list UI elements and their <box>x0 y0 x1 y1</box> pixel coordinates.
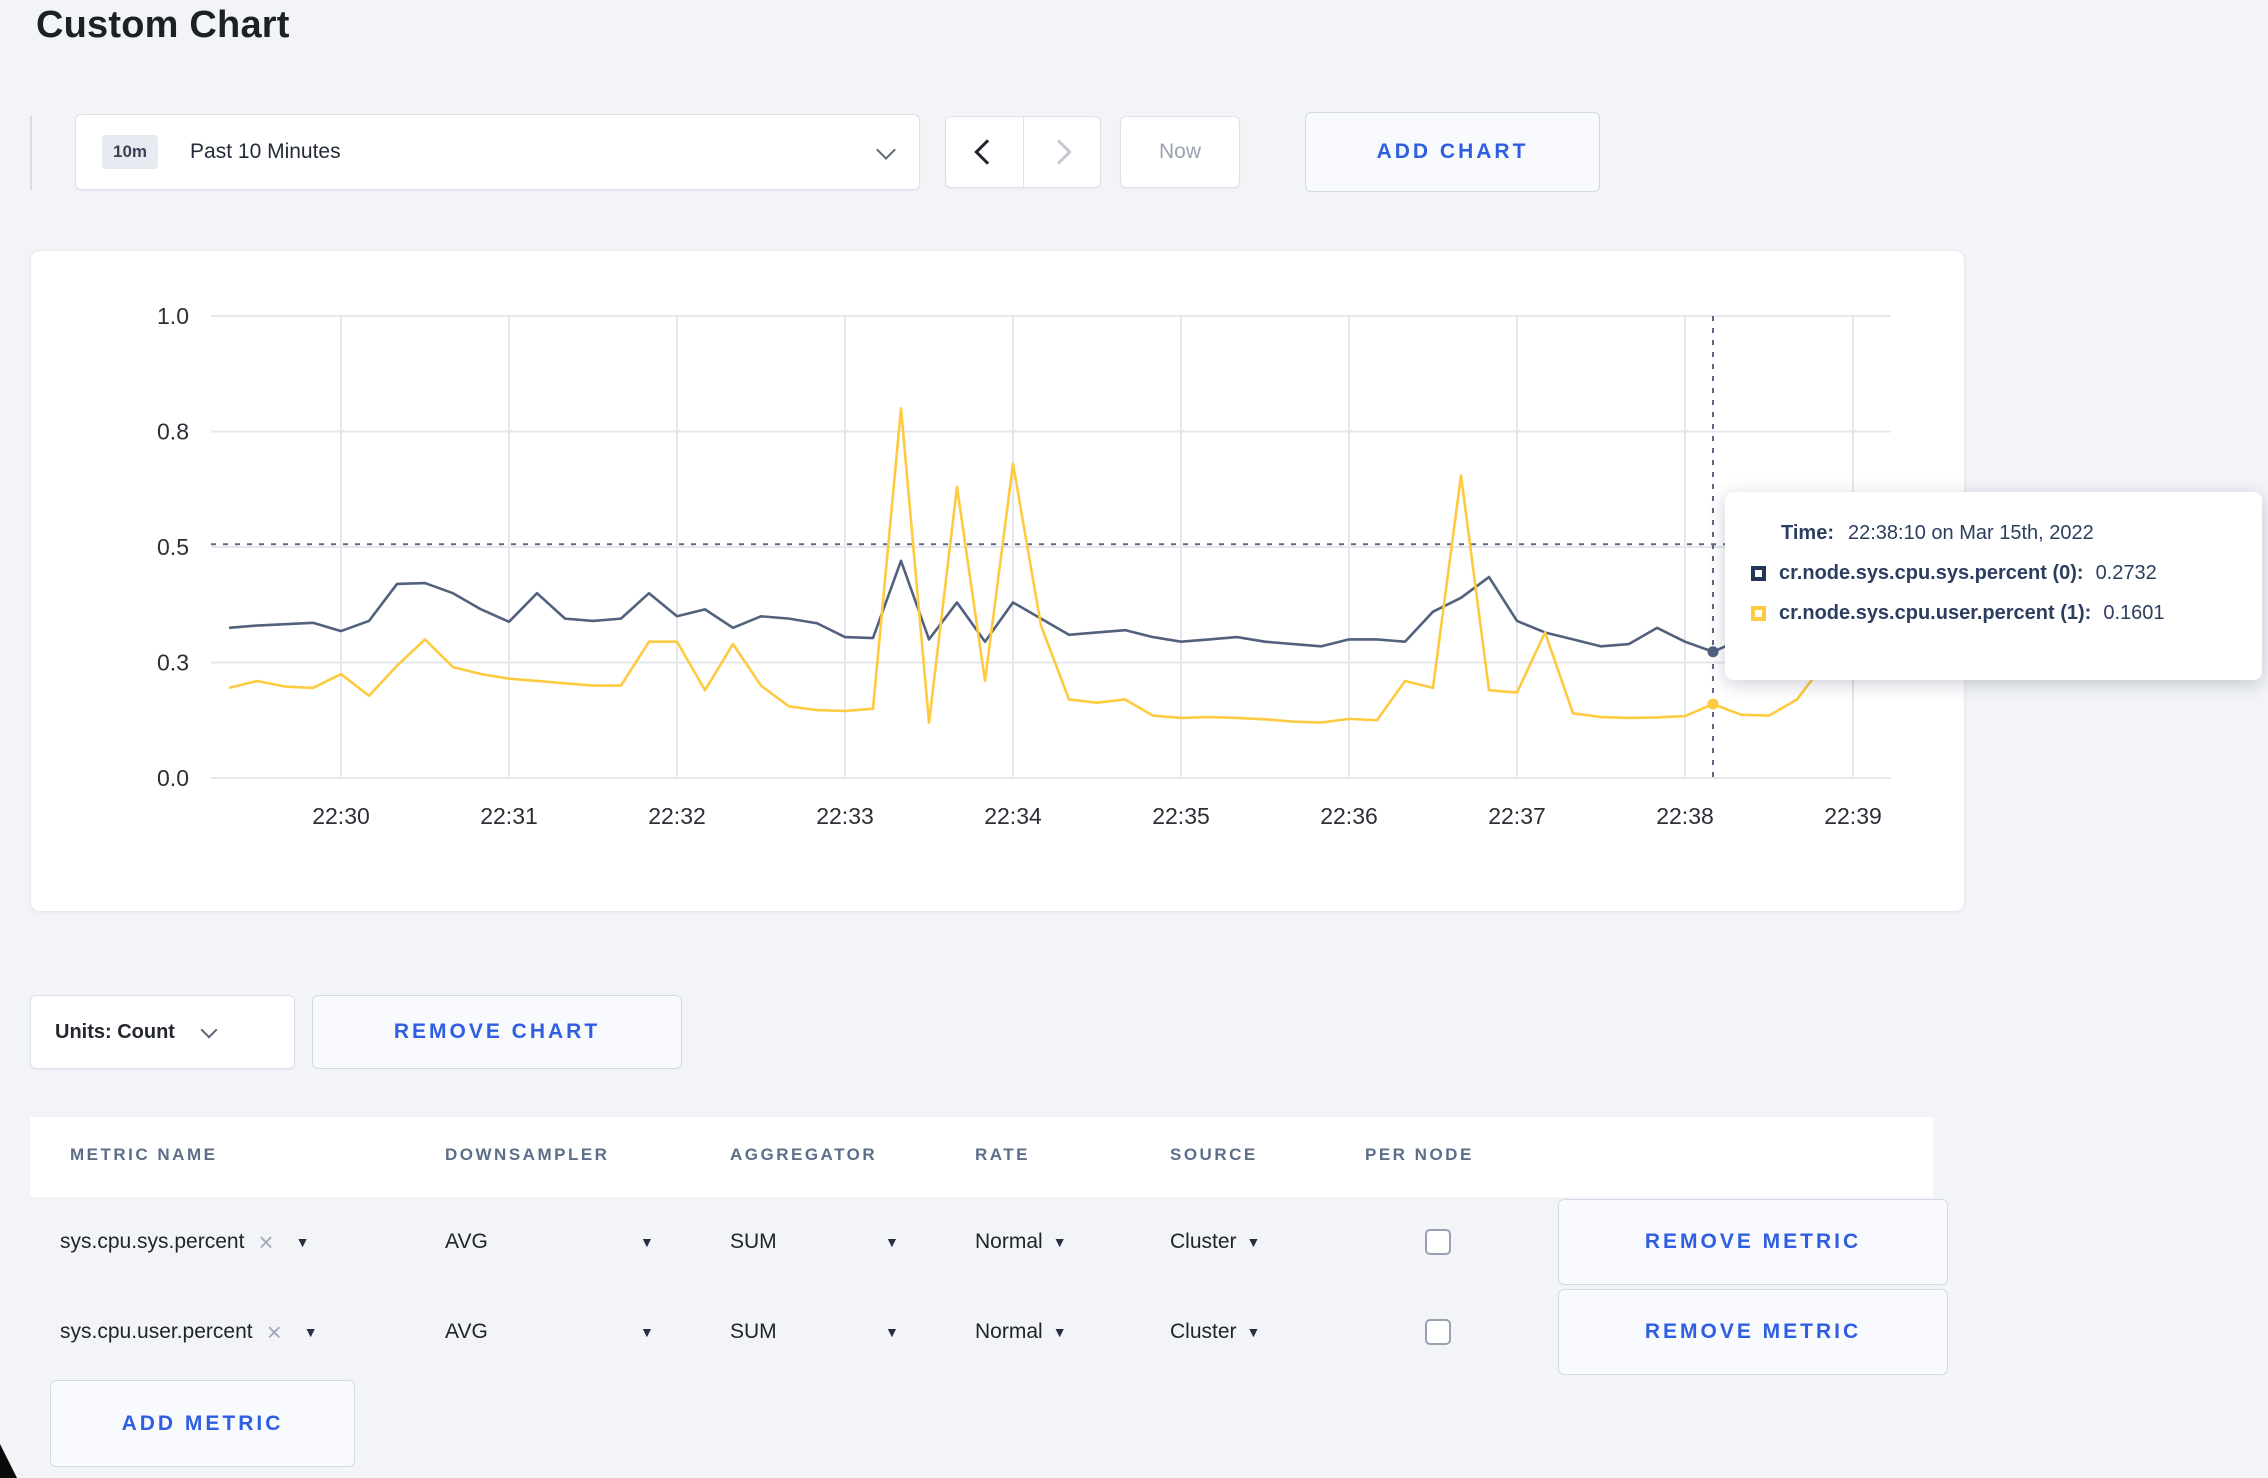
add-metric-button[interactable]: ADD METRIC <box>50 1380 355 1467</box>
svg-text:0.3: 0.3 <box>157 650 189 676</box>
svg-text:22:36: 22:36 <box>1320 803 1378 829</box>
svg-text:22:31: 22:31 <box>480 803 538 829</box>
dropdown-arrow-icon[interactable]: ▼ <box>640 1287 654 1377</box>
chevron-down-icon <box>876 140 896 160</box>
time-backward-button[interactable] <box>946 117 1023 187</box>
metrics-table-header: METRIC NAME DOWNSAMPLER AGGREGATOR RATE … <box>30 1117 1933 1197</box>
metric-name-value: sys.cpu.sys.percent <box>60 1230 245 1253</box>
rate-value: Normal <box>975 1320 1043 1343</box>
chart-tooltip: Time: 22:38:10 on Mar 15th, 2022 cr.node… <box>1725 492 2262 680</box>
clear-metric-icon[interactable]: × <box>258 1227 273 1258</box>
chevron-left-icon <box>974 139 1000 165</box>
chevron-down-icon <box>200 1021 218 1039</box>
svg-text:0.8: 0.8 <box>157 419 189 445</box>
dropdown-arrow-icon[interactable]: ▼ <box>885 1197 899 1287</box>
source-value: Cluster <box>1170 1230 1237 1253</box>
aggregator-select[interactable]: SUM <box>730 1197 777 1287</box>
time-range-select[interactable]: 10m Past 10 Minutes <box>75 114 920 190</box>
time-forward-button[interactable] <box>1024 117 1101 187</box>
downsampler-select[interactable]: AVG <box>445 1287 488 1377</box>
aggregator-value: SUM <box>730 1230 777 1253</box>
metric-name-select[interactable]: sys.cpu.sys.percent × ▼ <box>60 1197 309 1287</box>
rate-select[interactable]: Normal ▼ <box>975 1287 1067 1377</box>
column-header-metric-name: METRIC NAME <box>70 1145 218 1164</box>
remove-chart-button[interactable]: REMOVE CHART <box>312 995 682 1069</box>
column-header-per-node: PER NODE <box>1365 1145 1474 1164</box>
per-node-cell <box>1425 1197 1451 1287</box>
time-window-badge: 10m <box>102 135 159 169</box>
add-chart-button[interactable]: ADD CHART <box>1305 112 1600 192</box>
dropdown-arrow-icon: ▼ <box>295 1234 310 1250</box>
series-swatch-icon <box>1751 566 1766 581</box>
toolbar-divider <box>30 116 32 190</box>
clear-metric-icon[interactable]: × <box>267 1317 282 1348</box>
remove-metric-button[interactable]: REMOVE METRIC <box>1558 1289 1948 1375</box>
source-select[interactable]: Cluster ▼ <box>1170 1287 1260 1377</box>
source-select[interactable]: Cluster ▼ <box>1170 1197 1260 1287</box>
column-header-aggregator: AGGREGATOR <box>730 1145 878 1164</box>
column-header-rate: RATE <box>975 1145 1031 1164</box>
dropdown-arrow-icon: ▼ <box>1052 1234 1067 1250</box>
tooltip-time-label: Time: <box>1781 522 1834 544</box>
time-stepper <box>945 116 1101 188</box>
tooltip-series-value: 0.1601 <box>2103 602 2165 624</box>
remove-metric-button[interactable]: REMOVE METRIC <box>1558 1199 1948 1285</box>
per-node-checkbox[interactable] <box>1425 1319 1451 1345</box>
downsampler-select[interactable]: AVG <box>445 1197 488 1287</box>
dropdown-arrow-icon: ▼ <box>1246 1234 1261 1250</box>
tooltip-series-name: cr.node.sys.cpu.sys.percent (0): <box>1779 562 2084 584</box>
chart-card[interactable]: 22:30 22:31 22:32 22:33 22:34 22:35 22:36 22:37… <box>30 250 1965 912</box>
svg-text:22:37: 22:37 <box>1488 803 1546 829</box>
now-button[interactable]: Now <box>1120 116 1240 188</box>
dropdown-arrow-icon: ▼ <box>1246 1324 1261 1340</box>
aggregator-value: SUM <box>730 1320 777 1343</box>
tooltip-time-value: 22:38:10 on Mar 15th, 2022 <box>1847 522 2094 544</box>
units-select[interactable]: Units: Count <box>30 995 295 1069</box>
svg-text:22:39: 22:39 <box>1824 803 1882 829</box>
downsampler-value: AVG <box>445 1230 488 1253</box>
dropdown-arrow-icon[interactable]: ▼ <box>640 1197 654 1287</box>
column-header-downsampler: DOWNSAMPLER <box>445 1145 610 1164</box>
aggregator-select[interactable]: SUM <box>730 1287 777 1377</box>
series-swatch-icon <box>1751 606 1766 621</box>
svg-text:0.0: 0.0 <box>157 765 189 791</box>
metric-name-select[interactable]: sys.cpu.user.percent × ▼ <box>60 1287 318 1377</box>
metric-name-value: sys.cpu.user.percent <box>60 1320 253 1343</box>
tooltip-series-name: cr.node.sys.cpu.user.percent (1): <box>1779 602 2092 624</box>
dropdown-arrow-icon: ▼ <box>303 1324 318 1340</box>
timeseries-chart[interactable]: 22:30 22:31 22:32 22:33 22:34 22:35 22:36 22:37… <box>31 251 1964 911</box>
time-window-label: Past 10 Minutes <box>190 140 341 163</box>
svg-text:22:38: 22:38 <box>1656 803 1714 829</box>
svg-text:22:34: 22:34 <box>984 803 1042 829</box>
page-title: Custom Chart <box>36 4 290 46</box>
metric-row: sys.cpu.user.percent × ▼ AVG ▼ SUM ▼ Nor… <box>30 1287 1948 1377</box>
rate-value: Normal <box>975 1230 1043 1253</box>
svg-text:22:35: 22:35 <box>1152 803 1210 829</box>
svg-text:1.0: 1.0 <box>157 303 189 329</box>
dropdown-arrow-icon[interactable]: ▼ <box>885 1287 899 1377</box>
svg-text:22:30: 22:30 <box>312 803 370 829</box>
chevron-right-icon <box>1046 139 1072 165</box>
svg-text:22:32: 22:32 <box>648 803 706 829</box>
column-header-source: SOURCE <box>1170 1145 1258 1164</box>
metric-row: sys.cpu.sys.percent × ▼ AVG ▼ SUM ▼ Norm… <box>30 1197 1948 1287</box>
downsampler-value: AVG <box>445 1320 488 1343</box>
units-label: Units: Count <box>55 1020 175 1043</box>
svg-text:0.5: 0.5 <box>157 534 189 560</box>
svg-text:22:33: 22:33 <box>816 803 874 829</box>
rate-select[interactable]: Normal ▼ <box>975 1197 1067 1287</box>
source-value: Cluster <box>1170 1320 1237 1343</box>
cursor-artifact <box>0 1444 17 1478</box>
tooltip-series-value: 0.2732 <box>2095 562 2157 584</box>
per-node-cell <box>1425 1287 1451 1377</box>
per-node-checkbox[interactable] <box>1425 1229 1451 1255</box>
dropdown-arrow-icon: ▼ <box>1052 1324 1067 1340</box>
